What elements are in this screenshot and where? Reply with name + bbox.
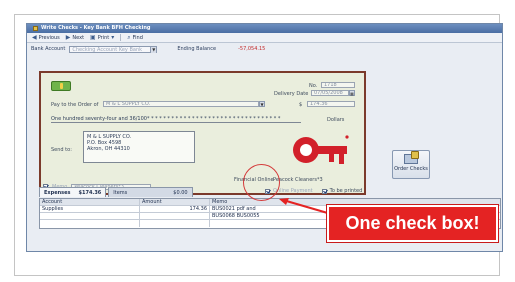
order-checks-button[interactable]: Order Checks bbox=[392, 150, 430, 179]
amount-cell[interactable]: 174.36 bbox=[140, 206, 210, 212]
dollars-label: Dollars bbox=[327, 117, 345, 123]
send-to-label: Send to: bbox=[51, 147, 72, 153]
chevron-down-icon: ▼ bbox=[150, 46, 157, 53]
address-line: Akron, OH 44310 bbox=[87, 146, 130, 152]
checkbook-icon bbox=[33, 26, 38, 31]
account-cell[interactable] bbox=[40, 213, 140, 219]
bank-account-select[interactable]: Checking Account Key Bank ▼ bbox=[69, 45, 158, 53]
column-header[interactable]: Amount bbox=[140, 199, 210, 205]
window-title: Write Checks - Key Bank BFH Checking bbox=[41, 25, 151, 31]
amount-field[interactable]: 174.36 bbox=[307, 101, 355, 107]
online-payment-label: Online Payment bbox=[273, 188, 313, 194]
check-number-field[interactable]: 1718 bbox=[321, 82, 355, 88]
to-be-printed-label: To be printed bbox=[329, 188, 363, 194]
account-cell[interactable]: Supplies bbox=[40, 206, 140, 212]
payment-options: Online Payment To be printed bbox=[265, 188, 362, 194]
calendar-icon[interactable]: ▦ bbox=[349, 90, 355, 96]
print-button[interactable]: ▣ Print ▾ bbox=[90, 34, 114, 41]
arrow-right-icon: ▶ bbox=[65, 34, 71, 41]
address-field[interactable]: M & L SUPPLY CO. P.O. Box 4598 Akron, OH… bbox=[83, 131, 195, 163]
next-button[interactable]: ▶ Next bbox=[66, 34, 84, 41]
find-button[interactable]: ⌕ Find bbox=[127, 34, 143, 42]
chevron-down-icon: ▾ bbox=[111, 34, 115, 41]
bank-account-label: Bank Account bbox=[31, 46, 66, 52]
amount-in-words: One hundred seventy-four and 36/100* * *… bbox=[51, 116, 301, 123]
detail-tabs: Expenses $174.36 Items $0.00 bbox=[39, 187, 193, 197]
delivery-date-label: Delivery Date bbox=[274, 91, 309, 97]
payee-field[interactable]: M & L SUPPLY CO. bbox=[103, 101, 259, 107]
amount-cell[interactable] bbox=[140, 213, 210, 219]
window-titlebar: Write Checks - Key Bank BFH Checking bbox=[27, 24, 502, 33]
account-cell[interactable] bbox=[40, 220, 140, 227]
dollar-sign: $ bbox=[299, 102, 303, 108]
toolbar: ◀ Previous ▶ Next ▣ Print ▾ ⌕ Find bbox=[27, 33, 502, 43]
magnifier-icon: ⌕ bbox=[127, 33, 131, 41]
quickbooks-logo-icon bbox=[51, 81, 71, 91]
order-checks-icon bbox=[404, 151, 419, 164]
previous-button[interactable]: ◀ Previous bbox=[32, 34, 60, 41]
bank-account-value: Checking Account Key Bank bbox=[72, 46, 143, 53]
toolbar-divider bbox=[120, 34, 122, 41]
account-bar: Bank Account Checking Account Key Bank ▼… bbox=[27, 43, 502, 55]
callout-box: One check box! bbox=[327, 205, 498, 242]
check-number-label: No. bbox=[309, 83, 318, 89]
column-header[interactable]: Account bbox=[40, 199, 140, 205]
highlight-circle bbox=[243, 164, 280, 201]
tab-expenses[interactable]: Expenses $174.36 bbox=[39, 187, 107, 197]
check-form: No. 1718 Delivery Date 07/05/2008 ▦ Pay … bbox=[39, 71, 366, 195]
tab-items[interactable]: Items $0.00 bbox=[108, 187, 193, 197]
printer-icon: ▣ bbox=[90, 34, 96, 41]
ending-balance-value: -57,054.15 bbox=[238, 46, 266, 52]
ending-balance-label: Ending Balance bbox=[177, 46, 217, 52]
amount-cell[interactable] bbox=[140, 220, 210, 227]
key-logo-icon bbox=[293, 135, 349, 164]
order-checks-label: Order Checks bbox=[394, 166, 428, 172]
chevron-down-icon[interactable]: ▼ bbox=[259, 101, 265, 107]
to-be-printed-checkbox[interactable] bbox=[321, 188, 327, 194]
delivery-date-field[interactable]: 07/05/2008 bbox=[311, 90, 349, 96]
payee-label: Pay to the Order of bbox=[51, 102, 99, 108]
arrow-left-icon: ◀ bbox=[32, 34, 37, 41]
